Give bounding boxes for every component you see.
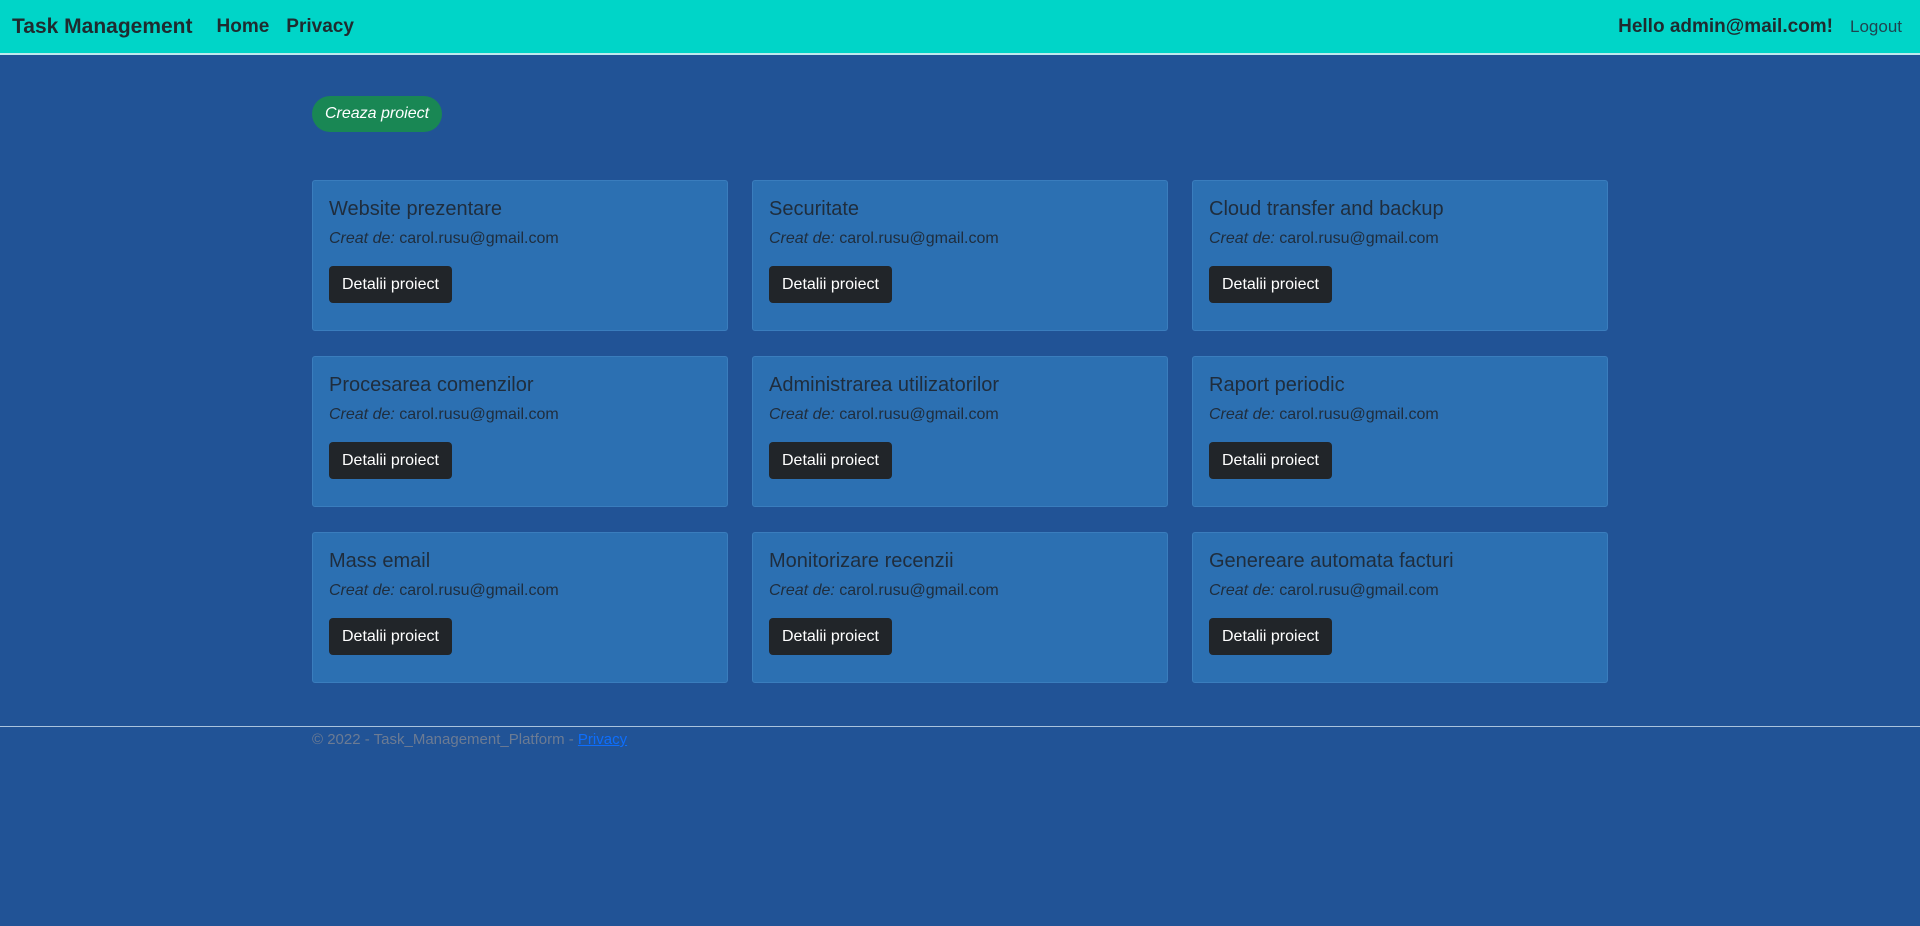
project-card: Securitate Creat de: carol.rusu@gmail.co…	[752, 180, 1168, 331]
project-details-button[interactable]: Detalii proiect	[769, 266, 892, 303]
project-title: Website prezentare	[329, 198, 503, 220]
navbar: Task Management Home Privacy Hello admin…	[0, 0, 1920, 55]
project-title: Securitate	[769, 198, 860, 220]
project-author: Creat de: carol.rusu@gmail.com	[1209, 230, 1591, 248]
logout-button[interactable]: Logout	[1850, 17, 1902, 37]
author-email: carol.rusu@gmail.com	[839, 582, 999, 599]
project-title: Administrarea utilizatorilor	[769, 374, 1000, 396]
project-author: Creat de: carol.rusu@gmail.com	[769, 406, 1151, 424]
main-content: Creaza proiect Website prezentare Creat …	[312, 55, 1608, 683]
nav-link-home[interactable]: Home	[217, 16, 270, 38]
footer-content: © 2022 - Task_Management_Platform - Priv…	[312, 727, 1608, 748]
project-details-button[interactable]: Detalii proiect	[1209, 618, 1332, 655]
project-card: Raport periodic Creat de: carol.rusu@gma…	[1192, 356, 1608, 507]
author-label: Creat de:	[329, 230, 395, 247]
project-details-button[interactable]: Detalii proiect	[1209, 266, 1332, 303]
project-details-button[interactable]: Detalii proiect	[329, 618, 452, 655]
project-details-button[interactable]: Detalii proiect	[329, 442, 452, 479]
project-author: Creat de: carol.rusu@gmail.com	[329, 582, 711, 600]
project-title: Cloud transfer and backup	[1209, 198, 1444, 220]
create-project-button[interactable]: Creaza proiect	[312, 96, 443, 132]
author-label: Creat de:	[1209, 582, 1275, 599]
author-email: carol.rusu@gmail.com	[399, 406, 559, 423]
project-details-button[interactable]: Detalii proiect	[769, 618, 892, 655]
author-label: Creat de:	[1209, 406, 1275, 423]
project-title: Monitorizare recenzii	[769, 550, 954, 572]
author-label: Creat de:	[769, 582, 835, 599]
project-card: Monitorizare recenzii Creat de: carol.ru…	[752, 532, 1168, 683]
project-author: Creat de: carol.rusu@gmail.com	[329, 406, 711, 424]
author-email: carol.rusu@gmail.com	[399, 230, 559, 247]
project-details-button[interactable]: Detalii proiect	[1209, 442, 1332, 479]
project-details-button[interactable]: Detalii proiect	[329, 266, 452, 303]
project-details-button[interactable]: Detalii proiect	[769, 442, 892, 479]
project-title: Procesarea comenzilor	[329, 374, 534, 396]
project-author: Creat de: carol.rusu@gmail.com	[769, 230, 1151, 248]
project-card: Genereare automata facturi Creat de: car…	[1192, 532, 1608, 683]
author-email: carol.rusu@gmail.com	[399, 582, 559, 599]
author-email: carol.rusu@gmail.com	[839, 406, 999, 423]
project-card: Procesarea comenzilor Creat de: carol.ru…	[312, 356, 728, 507]
footer-privacy-link[interactable]: Privacy	[578, 731, 627, 748]
user-greeting[interactable]: Hello admin@mail.com!	[1618, 16, 1833, 38]
project-author: Creat de: carol.rusu@gmail.com	[1209, 582, 1591, 600]
author-label: Creat de:	[329, 406, 395, 423]
project-title: Genereare automata facturi	[1209, 550, 1454, 572]
project-card: Website prezentare Creat de: carol.rusu@…	[312, 180, 728, 331]
project-author: Creat de: carol.rusu@gmail.com	[329, 230, 711, 248]
project-card: Administrarea utilizatorilor Creat de: c…	[752, 356, 1168, 507]
project-title: Mass email	[329, 550, 431, 572]
author-email: carol.rusu@gmail.com	[1279, 406, 1439, 423]
nav-link-privacy[interactable]: Privacy	[286, 16, 354, 38]
author-label: Creat de:	[769, 230, 835, 247]
author-label: Creat de:	[769, 406, 835, 423]
brand-link[interactable]: Task Management	[12, 15, 193, 39]
project-author: Creat de: carol.rusu@gmail.com	[1209, 406, 1591, 424]
author-email: carol.rusu@gmail.com	[1279, 582, 1439, 599]
project-card: Mass email Creat de: carol.rusu@gmail.co…	[312, 532, 728, 683]
author-email: carol.rusu@gmail.com	[839, 230, 999, 247]
project-card: Cloud transfer and backup Creat de: caro…	[1192, 180, 1608, 331]
author-email: carol.rusu@gmail.com	[1279, 230, 1439, 247]
footer: © 2022 - Task_Management_Platform - Priv…	[0, 726, 1920, 748]
author-label: Creat de:	[1209, 230, 1275, 247]
footer-copyright: © 2022 - Task_Management_Platform -	[312, 731, 578, 748]
project-grid: Website prezentare Creat de: carol.rusu@…	[312, 180, 1608, 683]
project-author: Creat de: carol.rusu@gmail.com	[769, 582, 1151, 600]
author-label: Creat de:	[329, 582, 395, 599]
project-title: Raport periodic	[1209, 374, 1345, 396]
